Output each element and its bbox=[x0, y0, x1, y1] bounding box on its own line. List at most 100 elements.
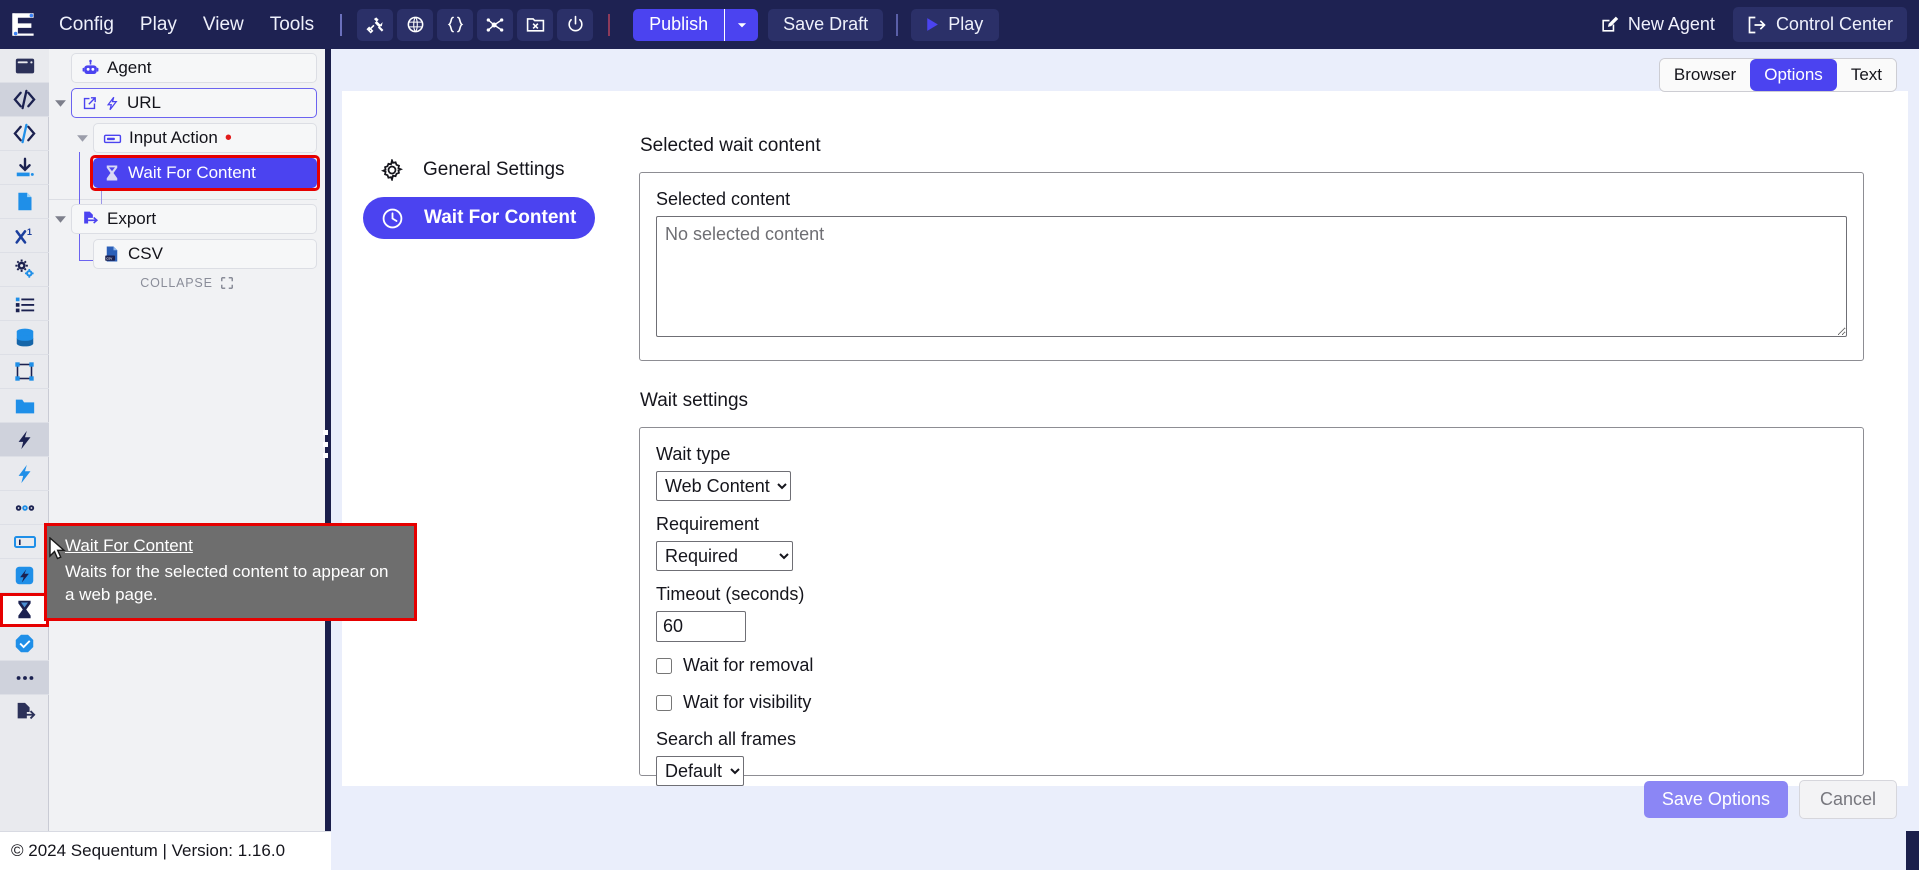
tree-node-agent[interactable]: Agent bbox=[71, 53, 317, 83]
app-logo[interactable] bbox=[0, 0, 46, 49]
sequentum-logo-icon bbox=[11, 13, 34, 36]
rail-item-variable[interactable]: 1 bbox=[0, 219, 49, 253]
rail-item-selection-box[interactable] bbox=[0, 355, 49, 389]
curly-braces-button[interactable] bbox=[437, 8, 474, 41]
file-export-icon bbox=[17, 702, 35, 720]
rail-item-gears[interactable] bbox=[0, 253, 49, 287]
topbar-right-actions: New Agent Control Center bbox=[1588, 7, 1919, 42]
curly-braces-icon bbox=[447, 16, 463, 33]
handle-dot bbox=[323, 453, 328, 458]
rail-item-code-blue[interactable] bbox=[0, 117, 49, 151]
wait-for-removal-row[interactable]: Wait for removal bbox=[656, 655, 1847, 676]
tool-icon-rail: 1 bbox=[0, 49, 49, 831]
caret-down-icon bbox=[54, 215, 66, 223]
folder-x-button[interactable] bbox=[517, 8, 554, 41]
rail-item-lightning-dark[interactable] bbox=[0, 423, 49, 457]
list-icon bbox=[15, 297, 34, 312]
network-nodes-button[interactable] bbox=[477, 8, 514, 41]
requirement-select[interactable]: Required Optional Not Required bbox=[656, 541, 793, 571]
selected-content-textarea[interactable] bbox=[656, 216, 1847, 337]
play-button[interactable]: Play bbox=[911, 8, 1000, 41]
wait-for-removal-checkbox[interactable] bbox=[656, 657, 672, 674]
toolbar-divider-2 bbox=[608, 13, 611, 36]
power-button[interactable] bbox=[557, 8, 594, 41]
external-link-icon bbox=[83, 96, 96, 109]
rail-item-browser-window[interactable] bbox=[0, 49, 49, 83]
publish-dropdown-button[interactable] bbox=[724, 8, 759, 41]
tab-options[interactable]: Options bbox=[1750, 59, 1837, 91]
hourglass-icon bbox=[106, 165, 118, 181]
rail-item-code-dark[interactable] bbox=[0, 83, 49, 117]
new-agent-label: New Agent bbox=[1627, 14, 1715, 34]
cancel-button[interactable]: Cancel bbox=[1798, 780, 1897, 819]
timeout-input[interactable] bbox=[656, 611, 746, 642]
rail-item-lightning-blue[interactable] bbox=[0, 457, 49, 491]
tab-browser[interactable]: Browser bbox=[1659, 59, 1751, 91]
wait-for-visibility-row[interactable]: Wait for visibility bbox=[656, 692, 1847, 713]
tree-caret-export[interactable] bbox=[49, 213, 71, 226]
menu-play[interactable]: Play bbox=[127, 11, 190, 38]
tree-node-csv[interactable]: csv CSV bbox=[93, 239, 317, 269]
rail-item-lightning-badge[interactable] bbox=[0, 559, 49, 593]
options-panel-body: Selected wait content Selected content W… bbox=[595, 91, 1908, 786]
tree-node-wait-for-content[interactable]: Wait For Content bbox=[93, 158, 317, 188]
nav-item-wait-for-content[interactable]: Wait For Content bbox=[363, 197, 595, 239]
tree-node-input-action[interactable]: Input Action • bbox=[93, 123, 317, 153]
publish-button-group: Publish bbox=[633, 8, 759, 41]
selected-content-label: Selected content bbox=[656, 189, 791, 209]
rail-item-database[interactable] bbox=[0, 321, 49, 355]
panel-resize-handle[interactable] bbox=[322, 430, 329, 458]
rail-item-more-options[interactable] bbox=[0, 661, 49, 695]
play-triangle-icon bbox=[927, 18, 939, 31]
export-icon bbox=[84, 211, 99, 224]
csv-file-icon: csv bbox=[105, 246, 118, 262]
control-center-button[interactable]: Control Center bbox=[1732, 7, 1907, 42]
nav-item-general-settings[interactable]: General Settings bbox=[363, 149, 595, 191]
tools-wrench-button[interactable] bbox=[357, 8, 394, 41]
tree-node-agent-label: Agent bbox=[107, 58, 152, 77]
collapse-tree-button[interactable]: COLLAPSE bbox=[49, 276, 325, 290]
panel-footer-actions: Save Options Cancel bbox=[1643, 780, 1897, 819]
options-panel-nav: General Settings Wait For Content bbox=[342, 91, 595, 786]
tab-text[interactable]: Text bbox=[1836, 59, 1896, 91]
status-bar: © 2024 Sequentum | Version: 1.16.0 bbox=[0, 831, 331, 870]
top-toolbar: Config Play View Tools Publish Save Draf… bbox=[0, 0, 1919, 49]
robot-icon bbox=[82, 59, 99, 74]
globe-icon bbox=[407, 16, 424, 33]
browser-window-icon bbox=[15, 58, 34, 73]
tree-node-url[interactable]: URL bbox=[71, 88, 317, 118]
collapse-label: COLLAPSE bbox=[140, 276, 213, 290]
rail-item-check-octagon[interactable] bbox=[0, 627, 49, 661]
globe-button[interactable] bbox=[397, 8, 434, 41]
rail-item-file-export[interactable] bbox=[0, 695, 49, 729]
download-icon bbox=[16, 157, 34, 176]
rail-item-three-gears[interactable] bbox=[0, 491, 49, 525]
text-input-icon bbox=[13, 535, 36, 548]
tree-caret-url[interactable] bbox=[49, 97, 71, 110]
lightning-blue-icon bbox=[18, 464, 30, 483]
rail-item-list[interactable] bbox=[0, 287, 49, 321]
wait-type-select[interactable]: Web Content Page Load Element Time Ajax bbox=[656, 471, 791, 501]
save-options-button[interactable]: Save Options bbox=[1643, 781, 1788, 818]
tree-node-export[interactable]: Export bbox=[71, 204, 317, 234]
save-draft-button[interactable]: Save Draft bbox=[768, 8, 884, 41]
search-all-frames-select[interactable]: Default Yes No bbox=[656, 756, 744, 786]
tree-row-export: Export bbox=[49, 203, 317, 235]
rail-item-download[interactable] bbox=[0, 151, 49, 185]
folder-x-icon bbox=[526, 18, 544, 32]
document-icon bbox=[18, 192, 32, 211]
new-agent-button[interactable]: New Agent bbox=[1588, 8, 1727, 41]
rail-item-folder[interactable] bbox=[0, 389, 49, 423]
rail-item-wait-for-content[interactable] bbox=[0, 593, 49, 627]
selection-box-icon bbox=[15, 362, 34, 381]
hourglass-icon bbox=[18, 600, 31, 619]
publish-button[interactable]: Publish bbox=[633, 8, 725, 41]
menu-view[interactable]: View bbox=[190, 11, 257, 38]
tree-caret-input-action[interactable] bbox=[71, 132, 93, 145]
selected-wait-content-title: Selected wait content bbox=[640, 135, 821, 156]
wait-for-visibility-checkbox[interactable] bbox=[656, 694, 672, 711]
menu-tools[interactable]: Tools bbox=[257, 11, 327, 38]
rail-item-text-input[interactable] bbox=[0, 525, 49, 559]
rail-item-document[interactable] bbox=[0, 185, 49, 219]
menu-config[interactable]: Config bbox=[46, 11, 127, 38]
